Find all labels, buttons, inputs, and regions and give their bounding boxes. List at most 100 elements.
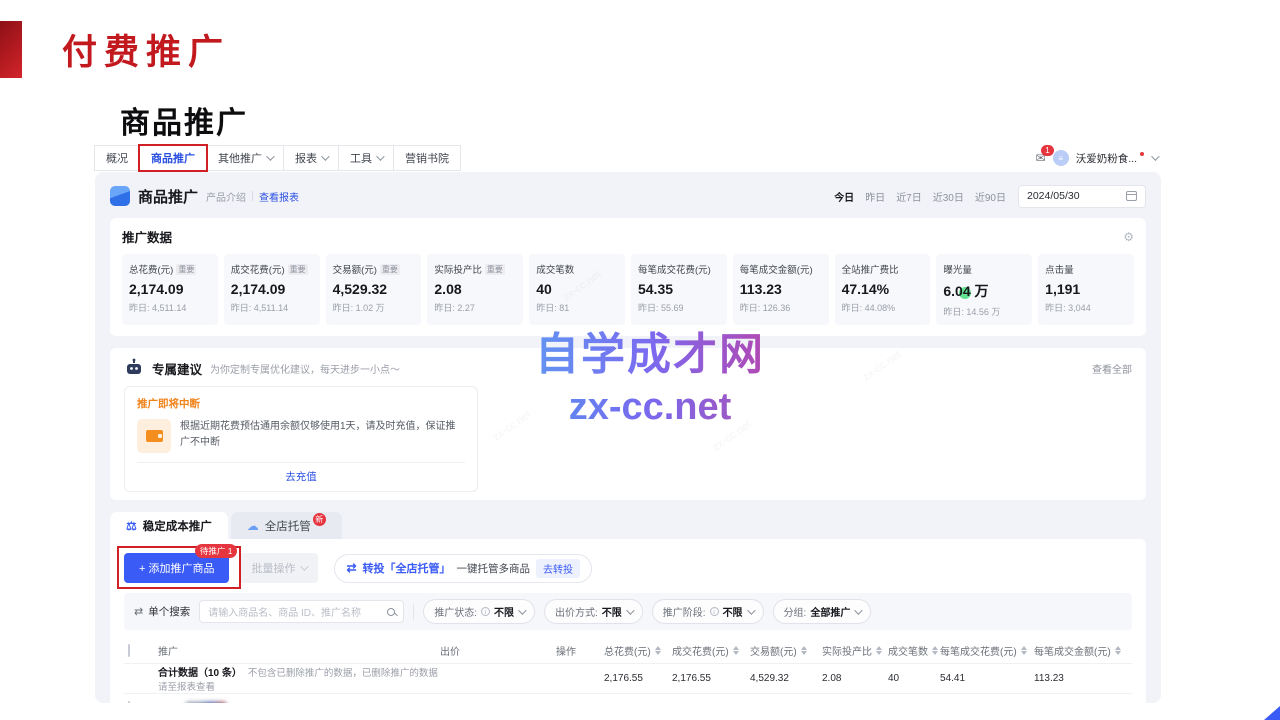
- metric-card-clicks[interactable]: 点击量 1,191 昨日: 3,044: [1038, 254, 1134, 325]
- info-icon: i: [481, 607, 490, 616]
- scale-icon: ⚖: [126, 519, 137, 533]
- chevron-down-icon: [518, 606, 526, 614]
- col-promo: 推广: [158, 643, 440, 658]
- filter-promo-stage[interactable]: 推广阶段: i 不限: [652, 599, 764, 624]
- col-total-spend[interactable]: 总花费(元): [604, 643, 672, 658]
- metric-card-fee-ratio[interactable]: 全站推广费比 47.14% 昨日: 44.08%: [835, 254, 931, 325]
- suggestion-subtitle: 为你定制专属优化建议，每天进步一小点～: [210, 361, 400, 376]
- slide-accent-bar: [0, 21, 22, 78]
- summary-row: 合计数据（10 条）不包含已删除推广的数据，已删除推广的数据请至报表查看 2,1…: [124, 664, 1132, 694]
- page-panel: 商品推广 产品介绍 查看报表 今日 昨日 近7日 近30日 近90日 2024/…: [95, 172, 1161, 703]
- view-all-link[interactable]: 查看全部: [1092, 361, 1132, 376]
- nav-tab-overview[interactable]: 概况: [94, 145, 140, 171]
- metric-card-deal-spend[interactable]: 成交花费(元)重要 2,174.09 昨日: 4,511.14: [224, 254, 320, 325]
- date-picker[interactable]: 2024/05/30: [1018, 185, 1146, 208]
- filter-bar: ⇄ 单个搜索 请输入商品名、商品 ID、推广名称 推广状态: i 不限 出价方式…: [124, 593, 1132, 630]
- col-orders[interactable]: 成交笔数: [888, 643, 940, 658]
- range-yesterday[interactable]: 昨日: [865, 189, 885, 204]
- suggestion-section: 专属建议 为你定制专属优化建议，每天进步一小点～ 查看全部 推广即将中断 根据近…: [110, 348, 1146, 500]
- toolbar: + 添加推广商品 待推广 1 批量操作 ⇄ 转投「全店托管」 一键托管多商品 去…: [124, 553, 1132, 583]
- account-alert-dot: [1140, 152, 1144, 156]
- search-mode-toggle[interactable]: ⇄ 单个搜索: [134, 604, 190, 619]
- important-badge: 重要: [380, 264, 400, 275]
- gear-icon[interactable]: ⚙: [1123, 230, 1134, 244]
- metric-card-cost-per-order[interactable]: 每笔成交花费(元) 54.35 昨日: 55.69: [631, 254, 727, 325]
- tab-full-hosting[interactable]: ☁ 全店托管 新: [231, 512, 342, 539]
- batch-action-button[interactable]: 批量操作: [239, 553, 318, 583]
- range-90d[interactable]: 近90日: [975, 189, 1006, 204]
- tab-stable-cost[interactable]: ⚖ 稳定成本推广: [110, 512, 228, 539]
- filter-group[interactable]: 分组: 全部推广: [773, 599, 872, 624]
- date-range-tabs: 今日 昨日 近7日 近30日 近90日: [834, 189, 1006, 204]
- message-icon[interactable]: ✉1: [1036, 151, 1046, 165]
- sort-icon: [655, 646, 661, 655]
- chevron-down-icon: [321, 152, 329, 160]
- important-badge: 重要: [485, 264, 505, 275]
- info-icon: i: [710, 607, 719, 616]
- col-gmv[interactable]: 交易额(元): [750, 643, 822, 658]
- table-row[interactable]: 推广中 成交出价: 55.00 元: [124, 694, 1132, 703]
- search-icon: [387, 608, 395, 616]
- metrics-title: 推广数据: [122, 227, 172, 246]
- col-op: 操作: [556, 643, 604, 658]
- suggestion-card: 推广即将中断 根据近期花费预估通用余额仅够使用1天，请及时充值，保证推广不中断 …: [124, 386, 478, 492]
- metric-card-roi[interactable]: 实际投产比重要 2.08 昨日: 2.27: [427, 254, 523, 325]
- table-header: 推广 出价 操作 总花费(元) 成交花费(元) 交易额(元) 实际投产比 成交笔…: [124, 638, 1132, 664]
- search-input[interactable]: 请输入商品名、商品 ID、推广名称: [199, 600, 404, 623]
- nav-tab-tools[interactable]: 工具: [338, 145, 394, 171]
- bid-cell: 成交出价: 55.00 元: [440, 702, 556, 703]
- filter-bid-type[interactable]: 出价方式: 不限: [544, 599, 643, 624]
- slide-title: 付费推广: [62, 24, 230, 75]
- product-promo-icon: [110, 186, 130, 206]
- nav-tab-reports[interactable]: 报表: [283, 145, 339, 171]
- account-name[interactable]: 沃爱奶粉食...: [1076, 151, 1137, 166]
- pending-promo-badge: 待推广 1: [195, 544, 238, 558]
- view-report-link[interactable]: 查看报表: [259, 189, 299, 204]
- range-today[interactable]: 今日: [834, 189, 854, 204]
- chevron-down-icon: [376, 152, 384, 160]
- nav-tab-other-promo[interactable]: 其他推广: [206, 145, 284, 171]
- range-30d[interactable]: 近30日: [933, 189, 964, 204]
- col-roi[interactable]: 实际投产比: [822, 643, 888, 658]
- important-badge: 重要: [176, 264, 196, 275]
- nav-tab-product-promo[interactable]: 商品推广: [139, 145, 207, 171]
- go-transfer-button[interactable]: 去转投: [536, 559, 580, 578]
- chevron-down-icon[interactable]: [1151, 152, 1159, 160]
- col-cost-per-order[interactable]: 每笔成交花费(元): [940, 643, 1034, 658]
- important-badge: 重要: [288, 264, 308, 275]
- sort-icon: [932, 646, 938, 655]
- metrics-section: 推广数据 ⚙ 总花费(元)重要 2,174.09 昨日: 4,511.14 成交…: [110, 218, 1146, 336]
- slide-corner-decoration: [1264, 706, 1280, 720]
- metric-card-gmv[interactable]: 交易额(元)重要 4,529.32 昨日: 1.02 万: [326, 254, 422, 325]
- top-nav: 概况 商品推广 其他推广 报表 工具 营销书院 ✉1 ≡ 沃爱奶粉食...: [95, 145, 1161, 171]
- metric-cards: 总花费(元)重要 2,174.09 昨日: 4,511.14 成交花费(元)重要…: [122, 254, 1134, 325]
- chevron-down-icon: [301, 562, 309, 570]
- nav-tab-academy[interactable]: 营销书院: [393, 145, 461, 171]
- chevron-down-icon: [747, 606, 755, 614]
- section-heading: 商品推广: [120, 98, 248, 142]
- filter-promo-status[interactable]: 推广状态: i 不限: [423, 599, 535, 624]
- col-amount-per-order[interactable]: 每笔成交金额(元): [1034, 643, 1132, 658]
- nav-right: ✉1 ≡ 沃爱奶粉食...: [1036, 145, 1161, 171]
- metric-card-orders[interactable]: 成交笔数 40 昨日: 81: [529, 254, 625, 325]
- avatar[interactable]: ≡: [1053, 150, 1069, 166]
- range-7d[interactable]: 近7日: [896, 189, 922, 204]
- wallet-icon: [137, 419, 171, 453]
- metric-card-total-spend[interactable]: 总花费(元)重要 2,174.09 昨日: 4,511.14: [122, 254, 218, 325]
- recharge-link[interactable]: 去充值: [137, 462, 465, 491]
- notification-badge: 1: [1041, 145, 1053, 156]
- transfer-hosting-banner: ⇄ 转投「全店托管」 一键托管多商品 去转投: [334, 554, 592, 583]
- row-checkbox[interactable]: [128, 701, 130, 703]
- toggle-search-icon: ⇄: [134, 605, 143, 618]
- product-intro-link[interactable]: 产品介绍: [206, 189, 246, 204]
- col-deal-spend[interactable]: 成交花费(元): [672, 643, 750, 658]
- promo-tabs: ⚖ 稳定成本推广 ☁ 全店托管 新: [110, 512, 1146, 539]
- metric-card-impressions[interactable]: 曝光量 6.04 万 昨日: 14.56 万: [936, 254, 1032, 325]
- sort-icon: [801, 646, 807, 655]
- col-bid: 出价: [440, 643, 556, 658]
- robot-icon: [124, 358, 144, 378]
- select-all-checkbox[interactable]: [128, 644, 130, 657]
- metric-card-amount-per-order[interactable]: 每笔成交金额(元) 113.23 昨日: 126.36: [733, 254, 829, 325]
- date-value: 2024/05/30: [1027, 190, 1080, 202]
- warning-text: 根据近期花费预估通用余额仅够使用1天，请及时充值，保证推广不中断: [180, 419, 465, 453]
